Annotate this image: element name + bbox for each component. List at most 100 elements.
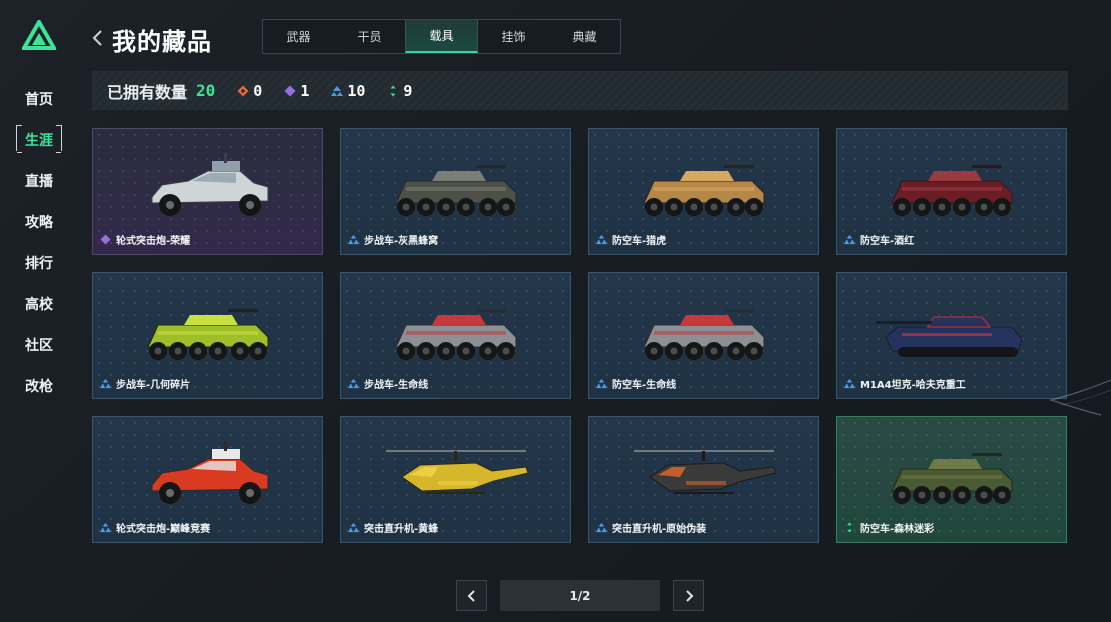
active-bracket — [16, 125, 62, 153]
stat-orange: 0 — [237, 82, 262, 100]
vehicle-card[interactable]: 防空车-猎虎 — [588, 128, 819, 255]
vehicle-name: M1A4坦克-哈夫克重工 — [860, 380, 966, 391]
sidebar-item-live[interactable]: 直播 — [14, 160, 64, 201]
stat-blue-count: 10 — [347, 81, 366, 100]
blue-triangle-icon — [596, 378, 607, 389]
sidebar-item-label: 直播 — [25, 173, 53, 190]
blue-triangle-icon — [100, 378, 111, 389]
apc-vehicle-image — [891, 453, 1013, 504]
vehicle-card[interactable]: 防空车-酒红 — [836, 128, 1067, 255]
sidebar-item-home[interactable]: 首页 — [14, 78, 64, 119]
purple-diamond-icon — [284, 85, 296, 96]
buggy-vehicle-image — [151, 153, 269, 216]
green-dots-icon — [847, 522, 852, 533]
vehicle-caption: 轮式突击炮-荣耀 — [100, 232, 190, 247]
vehicle-card[interactable]: 突击直升机-黄蜂 — [340, 416, 571, 543]
apc-vehicle-image — [395, 309, 517, 360]
app-logo — [22, 20, 56, 50]
vehicle-name: 防空车-森林迷彩 — [860, 524, 935, 535]
vehicle-name: 突击直升机-原始伪装 — [612, 524, 707, 535]
vehicle-caption: 防空车-生命线 — [596, 376, 676, 391]
blue-triangle-icon — [331, 85, 344, 96]
helicopter-vehicle-image — [634, 450, 777, 494]
stat-purple-count: 1 — [300, 81, 310, 100]
stat-orange-count: 0 — [253, 81, 263, 100]
apc-vehicle-image — [643, 165, 765, 216]
vehicle-caption: 防空车-森林迷彩 — [844, 520, 934, 535]
vehicle-caption: 轮式突击炮-巅峰竞赛 — [100, 520, 210, 535]
helicopter-vehicle-image — [386, 450, 529, 494]
sidebar-item-guide[interactable]: 攻略 — [14, 201, 64, 242]
sidebar-item-label: 改枪 — [25, 378, 53, 395]
sidebar-item-campus[interactable]: 高校 — [14, 283, 64, 324]
vehicle-name: 步战车-灰黑蜂窝 — [364, 236, 439, 247]
blue-triangle-icon — [844, 378, 855, 389]
blue-triangle-icon — [100, 522, 111, 533]
blue-triangle-icon — [596, 234, 607, 245]
buggy-vehicle-image — [151, 441, 269, 504]
vehicle-name: 防空车-生命线 — [612, 380, 677, 391]
pager-next-button[interactable] — [673, 580, 704, 611]
pager-prev-button[interactable] — [456, 580, 487, 611]
owned-count-label: 已拥有数量 — [107, 82, 188, 102]
blue-triangle-icon — [348, 378, 359, 389]
vehicle-caption: 步战车-灰黑蜂窝 — [348, 232, 438, 247]
vehicle-caption: 步战车-几何碎片 — [100, 376, 190, 391]
sidebar-nav: 首页 生涯 直播 攻略 排行 高校 社区 改枪 — [14, 78, 64, 406]
category-tabs: 武器 干员 载具 挂饰 典藏 — [262, 19, 621, 54]
vehicle-name: 步战车-几何碎片 — [116, 380, 191, 391]
sidebar-item-label: 社区 — [25, 337, 53, 354]
vehicle-card[interactable]: 步战车-灰黑蜂窝 — [340, 128, 571, 255]
vehicle-name: 步战车-生命线 — [364, 380, 429, 391]
page-title: 我的藏品 — [112, 28, 212, 56]
vehicle-card[interactable]: 防空车-森林迷彩 — [836, 416, 1067, 543]
vehicle-card[interactable]: 防空车-生命线 — [588, 272, 819, 399]
blue-triangle-icon — [596, 522, 607, 533]
tab-charms[interactable]: 挂饰 — [478, 20, 549, 53]
vehicle-card[interactable]: 轮式突击炮-荣耀 — [92, 128, 323, 255]
sidebar-item-community[interactable]: 社区 — [14, 324, 64, 365]
vehicle-caption: 防空车-猎虎 — [596, 232, 666, 247]
sidebar-item-gunsmith[interactable]: 改枪 — [14, 365, 64, 406]
tab-weapons[interactable]: 武器 — [263, 20, 334, 53]
tank-vehicle-image — [876, 316, 1023, 357]
stat-blue: 10 — [331, 82, 365, 100]
owned-total-count: 20 — [196, 81, 216, 100]
sidebar-item-label: 排行 — [25, 255, 53, 272]
tab-vehicles[interactable]: 载具 — [405, 20, 478, 53]
purple-diamond-icon — [100, 234, 111, 245]
vehicle-caption: M1A4坦克-哈夫克重工 — [844, 376, 966, 391]
vehicle-name: 轮式突击炮-荣耀 — [116, 236, 191, 247]
vehicle-card[interactable]: 步战车-几何碎片 — [92, 272, 323, 399]
vehicle-name: 轮式突击炮-巅峰竞赛 — [116, 524, 211, 535]
blue-triangle-icon — [348, 522, 359, 533]
back-chevron-icon[interactable] — [91, 28, 105, 48]
stat-green: 9 — [387, 82, 412, 100]
owned-stats-bar: 已拥有数量 20 0 1 10 9 — [92, 71, 1068, 110]
apc-vehicle-image — [643, 309, 765, 360]
apc-vehicle-image — [891, 165, 1013, 216]
blue-triangle-icon — [844, 234, 855, 245]
tab-operators[interactable]: 干员 — [334, 20, 405, 53]
sidebar-item-label: 攻略 — [25, 214, 53, 231]
vehicle-name: 防空车-酒红 — [860, 236, 915, 247]
vehicle-name: 突击直升机-黄蜂 — [364, 524, 439, 535]
vehicle-caption: 防空车-酒红 — [844, 232, 914, 247]
vehicle-card[interactable]: 轮式突击炮-巅峰竞赛 — [92, 416, 323, 543]
vehicle-grid: 轮式突击炮-荣耀 步战车-灰黑蜂窝 防空车-猎虎 防空车-酒红步战车-几何碎片 步战车-… — [92, 128, 1068, 543]
green-dots-icon — [390, 85, 396, 96]
sidebar-item-ranking[interactable]: 排行 — [14, 242, 64, 283]
blue-triangle-icon — [348, 234, 359, 245]
stat-purple: 1 — [284, 82, 309, 100]
tab-collection[interactable]: 典藏 — [549, 20, 620, 53]
sidebar-item-career[interactable]: 生涯 — [14, 119, 64, 160]
apc-vehicle-image — [395, 165, 517, 216]
vehicle-caption: 突击直升机-黄蜂 — [348, 520, 438, 535]
vehicle-card[interactable]: 步战车-生命线 — [340, 272, 571, 399]
vehicle-card[interactable]: M1A4坦克-哈夫克重工 — [836, 272, 1067, 399]
sidebar-item-label: 首页 — [25, 91, 53, 108]
chevron-right-icon — [685, 589, 693, 602]
vehicle-card[interactable]: 突击直升机-原始伪装 — [588, 416, 819, 543]
vehicle-caption: 突击直升机-原始伪装 — [596, 520, 706, 535]
stat-green-count: 9 — [403, 81, 413, 100]
